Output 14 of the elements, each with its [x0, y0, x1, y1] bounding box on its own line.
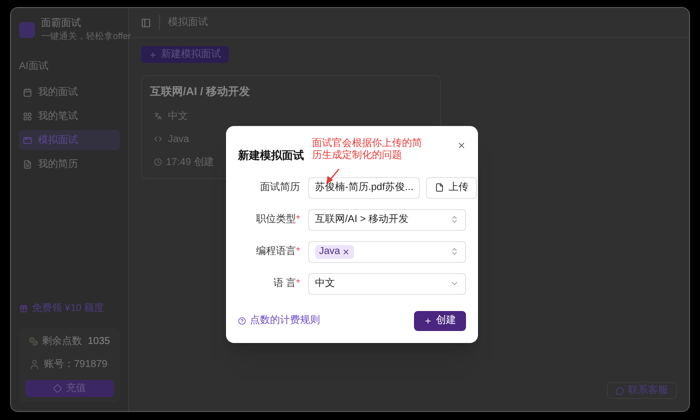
points-value: 1035 [88, 335, 110, 349]
field-label: 面试简历 [259, 180, 300, 195]
section-label: AI面试 [19, 60, 50, 74]
points-label: 剩余点数 [42, 334, 82, 349]
account-label: 账号：791879 [44, 358, 108, 372]
tag-chip: Java [315, 244, 354, 258]
field-label: 职位类型* [255, 212, 300, 227]
modal-title: 新建模拟面试 [238, 148, 304, 164]
field-label: 编程语言* [255, 244, 300, 259]
app-name: 面霸面试 [41, 16, 82, 31]
annotation-text: 面试官会根据你上传的简历生成定制化的问题 [312, 138, 422, 162]
card-title: 互联网/AI / 移动开发 [150, 84, 252, 100]
breadcrumb: 模拟面试 [159, 15, 208, 30]
field-label: 语 言* [272, 276, 300, 291]
